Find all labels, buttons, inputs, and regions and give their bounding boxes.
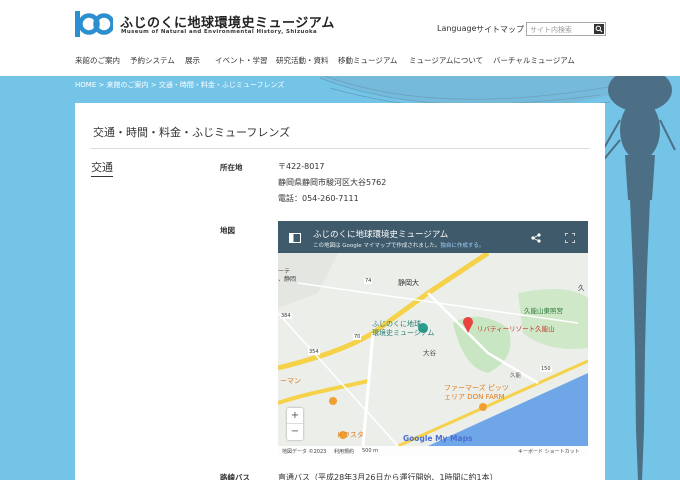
map-title[interactable]: ふじのくに地球環境史ミュージアム bbox=[313, 228, 448, 240]
site-header: ふじのくに地球環境史ミュージアム Museum of Natural and E… bbox=[0, 0, 680, 76]
map-place-label: 静岡大 bbox=[398, 279, 419, 287]
map-museum-label[interactable]: ふじのくに地球 環境史ミュージアム bbox=[372, 320, 434, 338]
nav-item-about[interactable]: ミュージアムについて bbox=[409, 55, 493, 66]
road-number: 354 bbox=[308, 349, 320, 355]
nav-item-exhibition[interactable]: 展示 bbox=[185, 55, 215, 66]
nav-item-reservation[interactable]: 予約システム bbox=[130, 55, 185, 66]
map-place-label: ーテ 、静岡 bbox=[278, 268, 297, 283]
nav-item-events[interactable]: イベント・学習 bbox=[215, 55, 276, 66]
postal-code: 〒422-8017 bbox=[278, 162, 325, 171]
google-mymaps-logo: Google My Maps bbox=[403, 434, 473, 443]
road-number: 384 bbox=[280, 313, 292, 319]
map-place-label: ドラスタ bbox=[336, 431, 364, 439]
map-place-label: 久能 bbox=[510, 373, 522, 379]
nav-item-research[interactable]: 研究活動・資料 bbox=[276, 55, 338, 66]
map-place-label: 久 bbox=[578, 284, 585, 292]
address-label: 所在地 bbox=[220, 163, 243, 172]
map-label: 地図 bbox=[220, 226, 235, 235]
map-place-label: ーマン bbox=[280, 377, 301, 385]
map-place-label: ファーマーズ ピッツ ェリア DON FARM bbox=[444, 384, 509, 401]
terms-link[interactable]: 利用規約 bbox=[334, 448, 354, 455]
map-copyright: 地図データ ©2023 bbox=[282, 449, 327, 455]
embedded-map[interactable]: ふじのくに地球環境史ミュージアム この地図は Google マイマップで作成され… bbox=[278, 221, 588, 456]
nav-item-mobile-museum[interactable]: 移動ミュージアム bbox=[338, 55, 409, 66]
road-number: 74 bbox=[364, 278, 373, 284]
map-legend-icon[interactable] bbox=[289, 233, 301, 243]
road-number: 70 bbox=[353, 334, 362, 340]
nav-item-virtual[interactable]: バーチャルミュージアム bbox=[493, 55, 575, 66]
address-text: 静岡県静岡市駿河区大谷5762 bbox=[278, 178, 387, 187]
zoom-control: + − bbox=[287, 408, 303, 440]
bus-value: 直通バス（平成28年3月26日から運行開始、1時間に約1本） bbox=[278, 473, 498, 480]
main-nav: 来館のご案内 予約システム 展示 イベント・学習 研究活動・資料 移動ミュージア… bbox=[75, 55, 575, 66]
section-heading: 交通 bbox=[91, 159, 113, 177]
phone-text[interactable]: 電話：054-260-7111 bbox=[278, 193, 359, 204]
museum-logo[interactable] bbox=[75, 11, 113, 37]
map-place-label: 大谷 bbox=[423, 349, 436, 357]
map-scale: 500 m bbox=[362, 448, 379, 454]
keyboard-shortcuts-link[interactable]: キーボード ショートカット bbox=[518, 448, 580, 455]
nav-item-visit[interactable]: 来館のご案内 bbox=[75, 55, 130, 66]
map-note-link[interactable]: 独自に作成する。 bbox=[440, 243, 484, 249]
zoom-in-button[interactable]: + bbox=[287, 408, 303, 424]
search-icon[interactable] bbox=[594, 24, 604, 34]
map-header-bar: ふじのくに地球環境史ミュージアム この地図は Google マイマップで作成され… bbox=[278, 221, 588, 253]
site-subtitle: Museum of Natural and Environmental Hist… bbox=[121, 29, 318, 35]
language-link[interactable]: Language bbox=[437, 24, 476, 33]
map-footer: 地図データ ©2023 利用規約 500 m キーボード ショートカット bbox=[278, 446, 588, 456]
map-place-label: 久能山東照宮 bbox=[524, 307, 563, 315]
share-icon[interactable] bbox=[531, 233, 541, 243]
road-number: 150 bbox=[540, 366, 552, 372]
zoom-out-button[interactable]: − bbox=[287, 424, 303, 440]
bus-label: 路線バス bbox=[220, 473, 250, 480]
divider bbox=[90, 148, 590, 149]
fullscreen-icon[interactable] bbox=[565, 233, 575, 243]
breadcrumb[interactable]: HOME > 来館のご案内 > 交通・時間・料金・ふじミューフレンズ bbox=[0, 78, 680, 92]
page-title: 交通・時間・料金・ふじミューフレンズ bbox=[93, 126, 291, 139]
map-note: この地図は Google マイマップで作成されました。独自に作成する。 bbox=[313, 243, 485, 249]
map-place-label: リバティーリゾート久能山 bbox=[477, 325, 555, 333]
sitemap-link[interactable]: サイトマップ bbox=[476, 24, 524, 35]
